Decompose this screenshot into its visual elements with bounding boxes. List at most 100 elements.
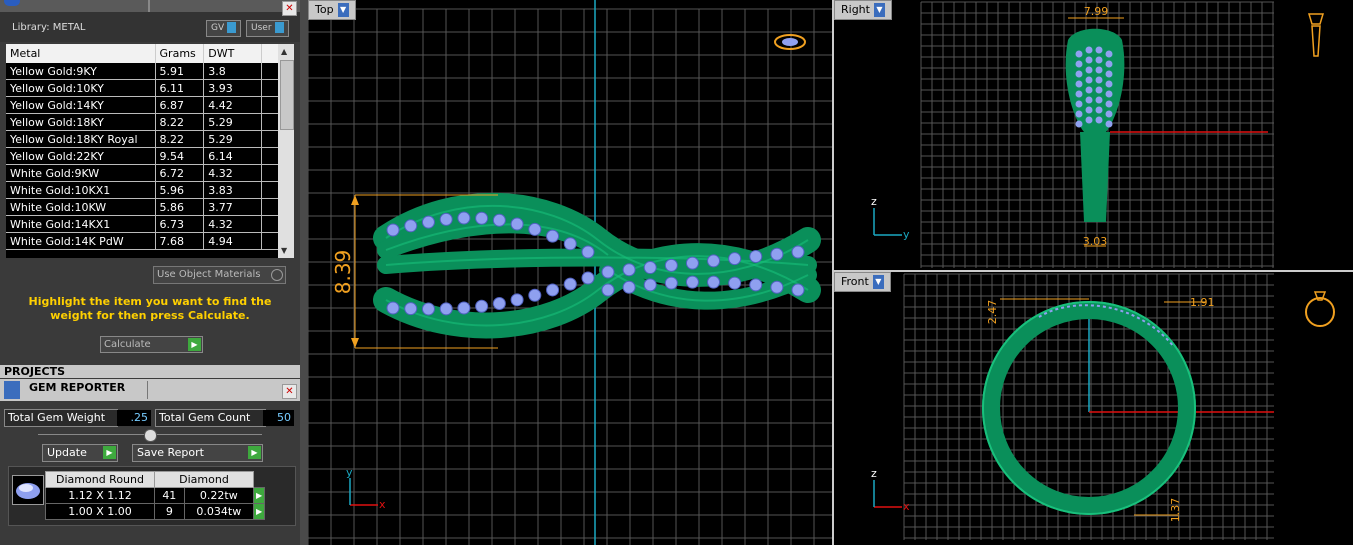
close-icon[interactable]: ✕	[282, 384, 297, 399]
front-view-canvas: 2.47 1.91 1.37 x z	[871, 273, 1335, 540]
table-row[interactable]: Yellow Gold:22KY 9.54 6.14	[6, 147, 281, 165]
projects-header[interactable]: PROJECTS	[0, 365, 304, 378]
dimension-label-a: 2.47	[986, 300, 999, 325]
gem-stone	[749, 278, 763, 292]
use-object-materials-radio[interactable]	[271, 269, 283, 281]
table-row[interactable]: 1.12 X 1.12 41 0.22tw ▶	[45, 487, 266, 504]
right-viewport[interactable]: 7.99 3.03 y z Right ▼	[834, 0, 1353, 272]
col-metal[interactable]: Metal	[6, 44, 156, 63]
play-icon[interactable]: ▶	[252, 503, 266, 520]
table-row[interactable]: Yellow Gold:9KY 5.91 3.8	[6, 63, 281, 80]
gem-stone	[1105, 110, 1113, 118]
scroll-up-icon[interactable]: ▲	[281, 47, 287, 56]
dim-arrow-down	[351, 338, 359, 348]
gem-stone	[563, 277, 577, 291]
gem-stone	[664, 276, 678, 290]
save-report-label: Save Report	[137, 446, 204, 459]
col-grams[interactable]: Grams	[155, 44, 205, 63]
panel-splitter[interactable]	[300, 0, 308, 545]
gem-size-cell: 1.00 X 1.00	[45, 503, 155, 520]
table-row[interactable]: White Gold:14K PdW 7.68 4.94	[6, 232, 281, 250]
gem-stone	[1075, 80, 1083, 88]
dwt-cell: 4.94	[203, 232, 262, 250]
gem-stone	[728, 276, 742, 290]
gem-stone	[1105, 50, 1113, 58]
x-axis-label: x	[379, 498, 386, 511]
gem-stone	[707, 254, 721, 268]
table-row[interactable]: Yellow Gold:18KY 8.22 5.29	[6, 113, 281, 131]
right-view-tab[interactable]: Right ▼	[834, 0, 892, 20]
ring-preview-gem	[782, 38, 798, 46]
use-object-materials-button[interactable]: Use Object Materials	[153, 266, 286, 284]
gem-stone	[643, 278, 657, 292]
grams-cell: 5.96	[155, 181, 205, 199]
strip-divider	[148, 0, 150, 12]
total-gem-weight-value: .25	[117, 410, 151, 426]
metal-name-cell: Yellow Gold:14KY	[6, 96, 156, 114]
calculate-button[interactable]: Calculate ▶	[100, 336, 203, 353]
metal-name-cell: Yellow Gold:10KY	[6, 79, 156, 97]
top-viewport[interactable]: 8.39 x y Top ▼	[308, 0, 834, 545]
table-row[interactable]: 1.00 X 1.00 9 0.034tw ▶	[45, 503, 266, 520]
gem-stone	[1105, 60, 1113, 68]
grams-cell: 6.73	[155, 215, 205, 233]
play-icon[interactable]: ▶	[252, 487, 266, 504]
slider-handle[interactable]	[144, 429, 157, 442]
scroll-down-icon[interactable]: ▼	[281, 246, 287, 255]
chevron-down-icon[interactable]: ▼	[337, 3, 349, 17]
spacer-cell	[261, 232, 281, 250]
metal-name-cell: White Gold:14KX1	[6, 215, 156, 233]
table-row[interactable]: White Gold:14KX1 6.73 4.32	[6, 215, 281, 233]
spacer-cell	[261, 181, 281, 199]
gem-size-cell: 1.12 X 1.12	[45, 487, 155, 504]
z-axis-label: z	[871, 467, 877, 480]
table-row[interactable]: Yellow Gold:14KY 6.87 4.42	[6, 96, 281, 114]
chevron-down-icon[interactable]: ▼	[873, 3, 885, 17]
gem-stone	[1085, 116, 1093, 124]
metal-name-cell: White Gold:10KX1	[6, 181, 156, 199]
calculate-hint: Highlight the item you want to find the …	[28, 295, 272, 322]
spacer-cell	[261, 113, 281, 131]
scroll-thumb[interactable]	[280, 60, 294, 130]
gem-stone	[1095, 96, 1103, 104]
diamond-round-icon	[12, 475, 44, 505]
save-report-button[interactable]: Save Report ▶	[132, 444, 263, 462]
gem-stone	[510, 217, 524, 231]
gem-stone	[1085, 76, 1093, 84]
front-view-tab[interactable]: Front ▼	[834, 272, 891, 292]
col-diamond: Diamond	[154, 471, 254, 488]
header-divider	[147, 381, 148, 399]
user-toggle[interactable]: User	[246, 20, 289, 37]
gem-stone	[1105, 100, 1113, 108]
top-view-tab[interactable]: Top ▼	[308, 0, 356, 20]
close-icon[interactable]: ✕	[282, 1, 297, 16]
library-panel: Library: METAL GV User Metal Grams DWT Y…	[0, 0, 304, 545]
top-view-label: Top	[315, 3, 334, 16]
gem-stone	[1085, 106, 1093, 114]
update-button[interactable]: Update ▶	[42, 444, 118, 462]
gem-stone	[1095, 56, 1103, 64]
gem-stone	[546, 229, 560, 243]
dwt-cell: 3.8	[203, 63, 262, 80]
table-row[interactable]: Yellow Gold:10KY 6.11 3.93	[6, 79, 281, 97]
front-viewport[interactable]: 2.47 1.91 1.37 x z Front ▼	[834, 272, 1353, 545]
spacer-cell	[261, 130, 281, 148]
chevron-down-icon[interactable]: ▼	[872, 275, 884, 289]
gem-stone	[770, 247, 784, 261]
metal-name-cell: White Gold:9KW	[6, 164, 156, 182]
col-dwt[interactable]: DWT	[203, 44, 262, 63]
table-row[interactable]: White Gold:10KX1 5.96 3.83	[6, 181, 281, 199]
gem-stone	[439, 212, 453, 226]
grams-cell: 5.91	[155, 63, 205, 80]
metal-table-scrollbar[interactable]: ▲ ▼	[278, 44, 294, 258]
table-row[interactable]: White Gold:9KW 6.72 4.32	[6, 164, 281, 182]
gem-stone	[685, 275, 699, 289]
gv-toggle[interactable]: GV	[206, 20, 242, 37]
table-row[interactable]: Yellow Gold:18KY Royal 8.22 5.29	[6, 130, 281, 148]
gem-stone	[601, 265, 615, 279]
dwt-cell: 4.32	[203, 164, 262, 182]
gem-stone	[439, 302, 453, 316]
grams-cell: 8.22	[155, 113, 205, 131]
gem-table: Diamond Round Diamond 1.12 X 1.12 41 0.22t…	[8, 466, 296, 526]
table-row[interactable]: White Gold:10KW 5.86 3.77	[6, 198, 281, 216]
